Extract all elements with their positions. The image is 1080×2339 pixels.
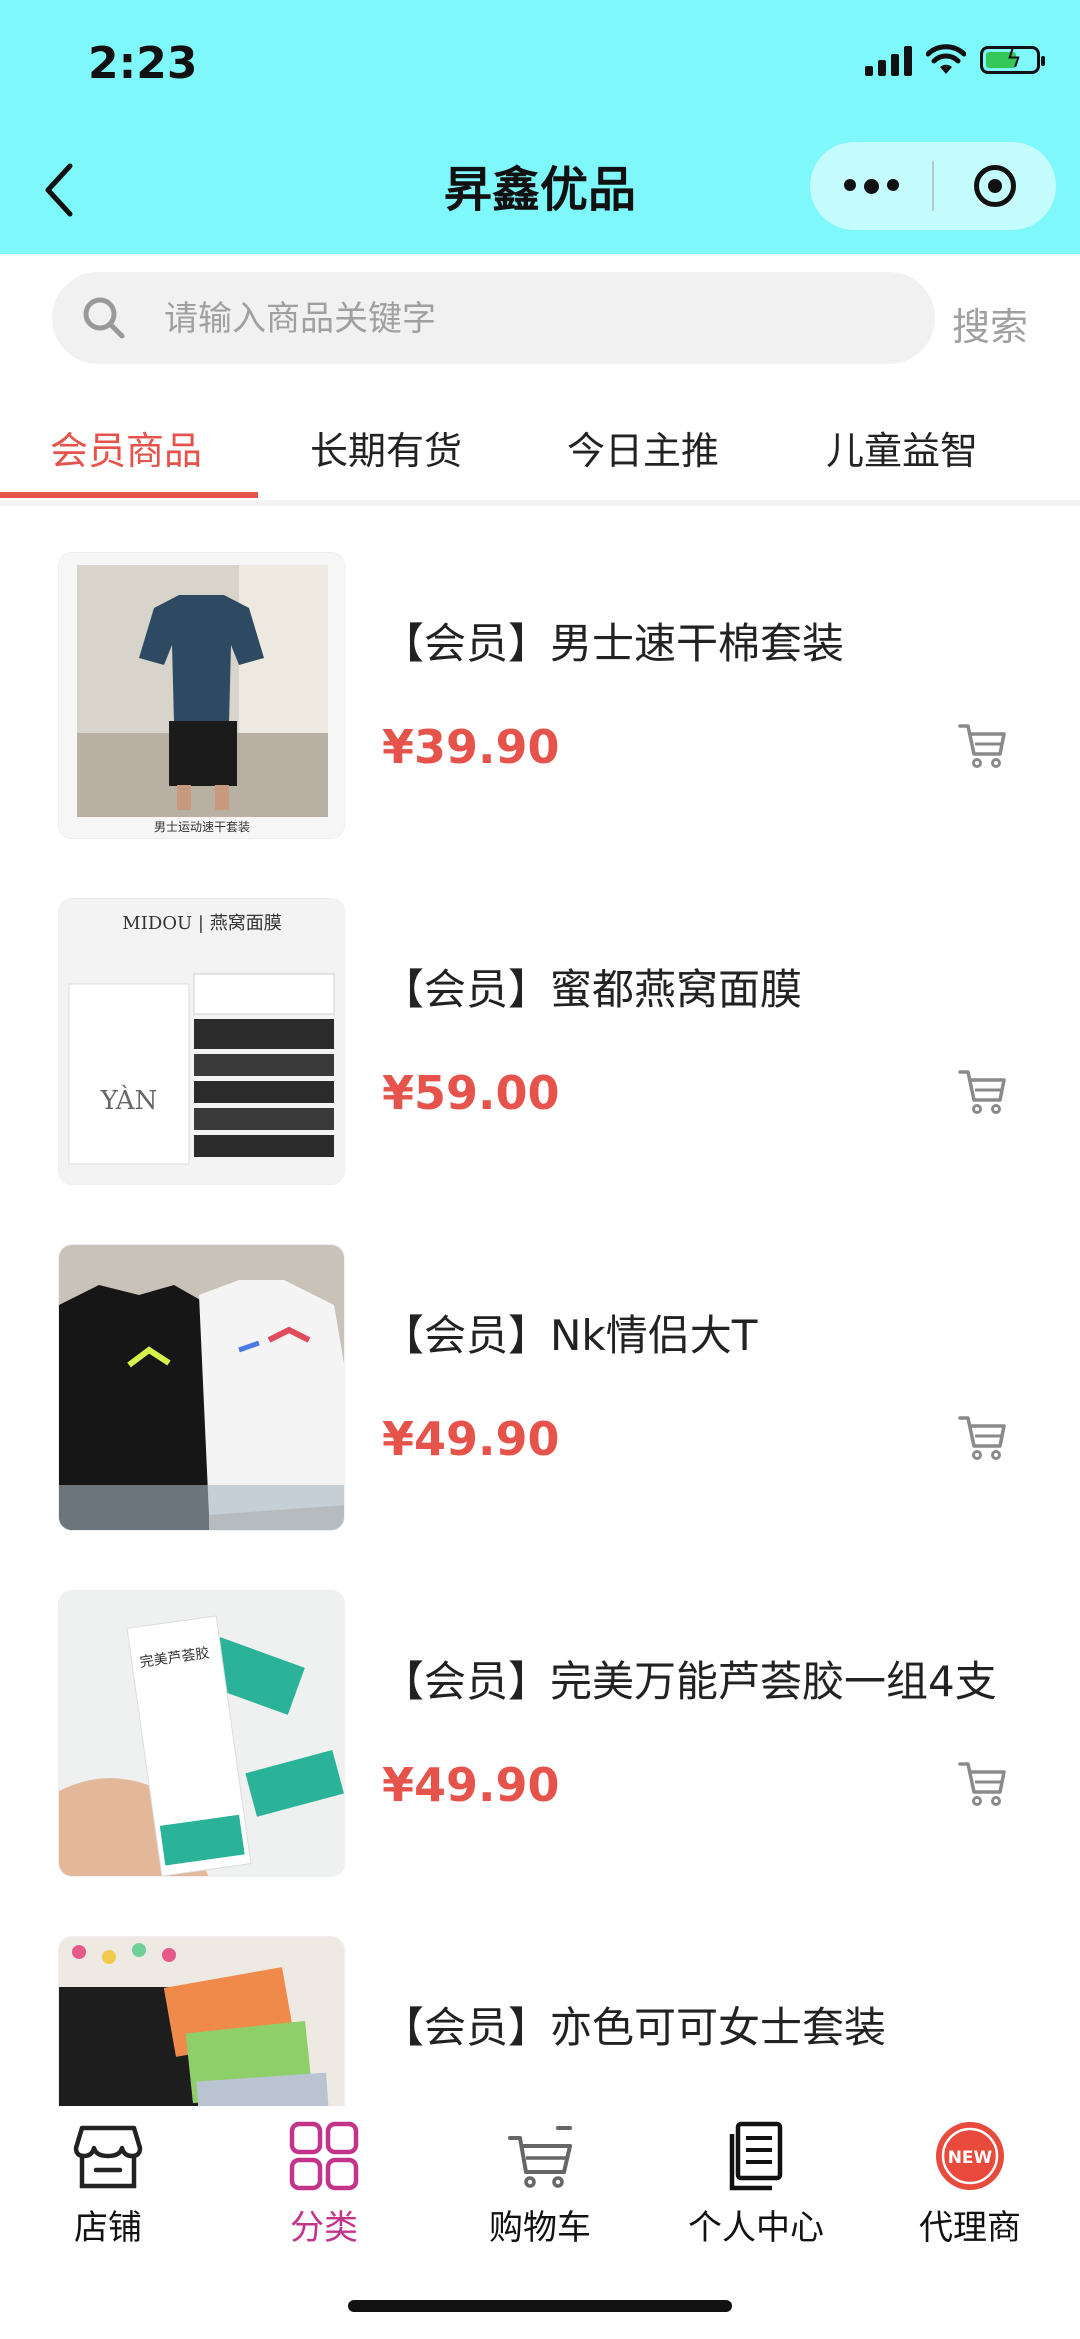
document-icon bbox=[729, 2121, 783, 2191]
nav-item-agent[interactable]: NEW 代理商 bbox=[880, 2120, 1060, 2249]
store-icon bbox=[73, 2125, 143, 2189]
product-price: ¥49.90 bbox=[382, 1412, 560, 1466]
active-tab-indicator bbox=[0, 492, 258, 498]
search-icon bbox=[83, 297, 125, 339]
product-price: ¥59.00 bbox=[382, 1066, 560, 1120]
battery-icon: ϟ bbox=[980, 45, 1045, 74]
list-item[interactable]: 【会员】亦色可可女士套装 bbox=[0, 1936, 1080, 2106]
tab-long-term-stock[interactable]: 长期有货 bbox=[310, 420, 462, 475]
list-item[interactable]: 男士运动速干套装 【会员】男士速干棉套装 ¥39.90 bbox=[0, 552, 1080, 852]
nav-label: 代理商 bbox=[919, 2208, 1021, 2248]
list-item[interactable]: 完美芦荟胶 【会员】完美万能芦荟胶一组4支 ¥49.90 bbox=[0, 1590, 1080, 1890]
status-icons: ϟ bbox=[865, 44, 1045, 76]
nav-item-profile[interactable]: 个人中心 bbox=[666, 2120, 846, 2249]
product-price: ¥49.90 bbox=[382, 1758, 560, 1812]
target-icon bbox=[974, 165, 1016, 207]
list-item[interactable]: 【会员】Nk情侣大T ¥49.90 bbox=[0, 1244, 1080, 1544]
add-to-cart-icon[interactable] bbox=[958, 1066, 1008, 1116]
search-box bbox=[52, 272, 935, 366]
mini-program-capsule bbox=[810, 142, 1056, 230]
header-bar: 2:23 ϟ 昇鑫优品 bbox=[0, 0, 1080, 254]
add-to-cart-icon[interactable] bbox=[958, 720, 1008, 770]
product-image[interactable] bbox=[58, 1244, 345, 1531]
product-title[interactable]: 【会员】完美万能芦荟胶一组4支 bbox=[382, 1648, 997, 1709]
new-badge-text: NEW bbox=[948, 2148, 993, 2168]
product-price: ¥39.90 bbox=[382, 720, 560, 774]
grid-icon bbox=[289, 2121, 359, 2191]
nav-label: 店铺 bbox=[74, 2208, 142, 2248]
nav-label: 个人中心 bbox=[688, 2208, 824, 2248]
close-mini-program-button[interactable] bbox=[934, 142, 1056, 230]
nav-item-category[interactable]: 分类 bbox=[234, 2120, 414, 2249]
nav-item-store[interactable]: 店铺 bbox=[18, 2120, 198, 2249]
wifi-icon bbox=[926, 44, 966, 74]
tab-today-featured[interactable]: 今日主推 bbox=[567, 420, 719, 475]
product-title[interactable]: 【会员】亦色可可女士套装 bbox=[382, 1994, 886, 2055]
more-icon bbox=[843, 178, 899, 194]
product-title[interactable]: 【会员】男士速干棉套装 bbox=[382, 610, 844, 671]
product-image[interactable]: 男士运动速干套装 bbox=[58, 552, 345, 839]
product-title[interactable]: 【会员】Nk情侣大T bbox=[382, 1302, 757, 1363]
tab-kids-education[interactable]: 儿童益智 bbox=[826, 420, 978, 475]
nav-item-cart[interactable]: 购物车 bbox=[450, 2120, 630, 2249]
svg-text:YÀN: YÀN bbox=[100, 1084, 158, 1116]
cart-icon bbox=[508, 2126, 572, 2188]
product-title[interactable]: 【会员】蜜都燕窝面膜 bbox=[382, 956, 802, 1017]
tab-member-goods[interactable]: 会员商品 bbox=[50, 420, 202, 475]
product-image[interactable]: 完美芦荟胶 bbox=[58, 1590, 345, 1877]
add-to-cart-icon[interactable] bbox=[958, 1412, 1008, 1462]
more-button[interactable] bbox=[810, 142, 932, 230]
add-to-cart-icon[interactable] bbox=[958, 1758, 1008, 1808]
status-time: 2:23 bbox=[88, 38, 198, 89]
tabs-divider bbox=[0, 500, 1080, 506]
signal-icon bbox=[865, 44, 912, 76]
list-item[interactable]: MIDOU | 燕窝面膜 YÀN 【会员】蜜都燕窝面膜 ¥59.00 bbox=[0, 898, 1080, 1198]
search-input[interactable] bbox=[162, 272, 906, 366]
category-tabs: 会员商品 长期有货 今日主推 儿童益智 bbox=[0, 380, 1080, 500]
image-caption: 男士运动速干套装 bbox=[154, 820, 250, 834]
product-image[interactable] bbox=[58, 1936, 345, 2106]
nav-label: 分类 bbox=[290, 2208, 358, 2248]
nav-label: 购物车 bbox=[489, 2208, 591, 2248]
search-button[interactable]: 搜索 bbox=[952, 296, 1028, 351]
image-caption: MIDOU | 燕窝面膜 bbox=[122, 913, 281, 934]
new-badge-icon: NEW bbox=[936, 2122, 1004, 2190]
product-image[interactable]: MIDOU | 燕窝面膜 YÀN bbox=[58, 898, 345, 1185]
home-indicator bbox=[348, 2300, 732, 2312]
